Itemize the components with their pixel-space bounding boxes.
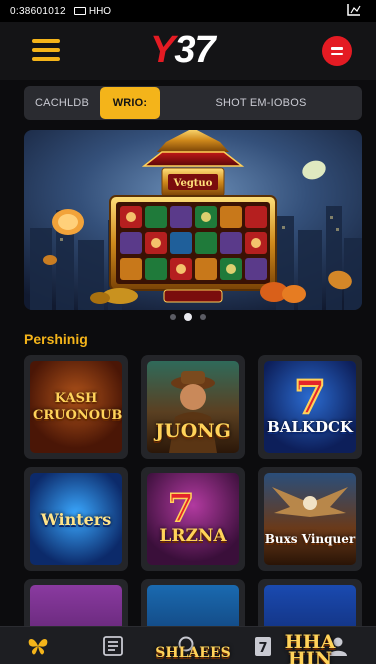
tab-cachldb[interactable]: CACHLDB (24, 86, 100, 120)
list-icon (102, 635, 123, 656)
section-title: Pershinig (24, 331, 88, 347)
alert-icon-bar (331, 52, 343, 55)
game-card-6[interactable]: Buxs Vinquer (258, 467, 362, 571)
network-label: HHO (88, 5, 112, 17)
signal-icon (347, 4, 361, 16)
logo-number: 37 (174, 29, 215, 71)
nav-list[interactable] (75, 627, 150, 664)
game-thumbnail: KASH CRUONOUB3 (30, 361, 122, 453)
game-card-1[interactable]: KASH CRUONOUB3 (24, 355, 128, 459)
game-thumbnail: SHLAEES (147, 585, 239, 664)
banner-marquee-text: Vegtuo (173, 178, 213, 189)
game-thumbnail: HHA HIN (264, 585, 356, 664)
game-thumbnail: JUONG (147, 361, 239, 453)
game-title: Winters (40, 509, 112, 529)
status-bar: 0:38601012 HHO (0, 0, 376, 22)
eagle-art (272, 487, 348, 517)
game-thumbnail: Winters (30, 473, 122, 565)
butterfly-icon (28, 638, 47, 654)
lucky-seven-art: 7 (167, 484, 195, 531)
game-card-9[interactable]: HHA HIN (258, 579, 362, 664)
banner-illustration: Vegtuo (24, 130, 362, 310)
game-card-2[interactable]: JUONG (141, 355, 245, 459)
menu-icon-bar (32, 57, 60, 61)
game-thumbnail: Buxs Vinquer (264, 473, 356, 565)
logo-letter: Y (150, 29, 175, 71)
game-card-4[interactable]: Winters (24, 467, 128, 571)
game-title: JUONG (155, 419, 231, 442)
game-title: SHLAEES (155, 644, 231, 661)
banner-dot-3[interactable] (200, 314, 206, 320)
menu-alert-button[interactable] (322, 36, 352, 66)
alert-icon-bar (331, 47, 343, 50)
menu-icon-bar (32, 48, 60, 52)
lucky-seven-art: 7 (293, 369, 327, 425)
nav-home[interactable] (0, 627, 75, 664)
banner-dot-1[interactable] (170, 314, 176, 320)
game-title: HHA HIN (284, 631, 336, 664)
app-header: Y37 (0, 22, 376, 80)
category-tabs: CACHLDB WRIO: SHOT EM-IOBOS (24, 86, 362, 120)
hamburger-menu-button[interactable] (32, 39, 60, 61)
game-card-5[interactable]: 7 LRZNA (141, 467, 245, 571)
game-thumbnail: 7 LRZNA (147, 473, 239, 565)
tab-wrio[interactable]: WRIO: (100, 87, 160, 119)
tab-shot-em-iobos[interactable]: SHOT EM-IOBOS (160, 86, 362, 120)
status-time: 0:38601012 (10, 5, 66, 17)
game-title: Buxs Vinquer (264, 531, 356, 546)
network-icon (73, 7, 86, 15)
network-indicator: HHO (73, 5, 112, 17)
brand-logo[interactable]: Y37 (150, 29, 216, 71)
game-card-8[interactable]: SHLAEES (141, 579, 245, 664)
game-title: LRZNA (159, 525, 227, 546)
promo-banner[interactable]: Vegtuo (24, 130, 362, 310)
game-card-3[interactable]: 7 BALKDCK (258, 355, 362, 459)
game-title: KASH CRUONOUB3 (33, 391, 122, 423)
banner-pagination (0, 313, 376, 321)
svg-text:7: 7 (168, 485, 194, 530)
banner-dot-2[interactable] (184, 313, 192, 321)
svg-text:7: 7 (294, 370, 326, 424)
menu-icon-bar (32, 39, 60, 43)
game-thumbnail: 7 BALKDCK (264, 361, 356, 453)
game-title: BALKDCK (267, 417, 353, 436)
